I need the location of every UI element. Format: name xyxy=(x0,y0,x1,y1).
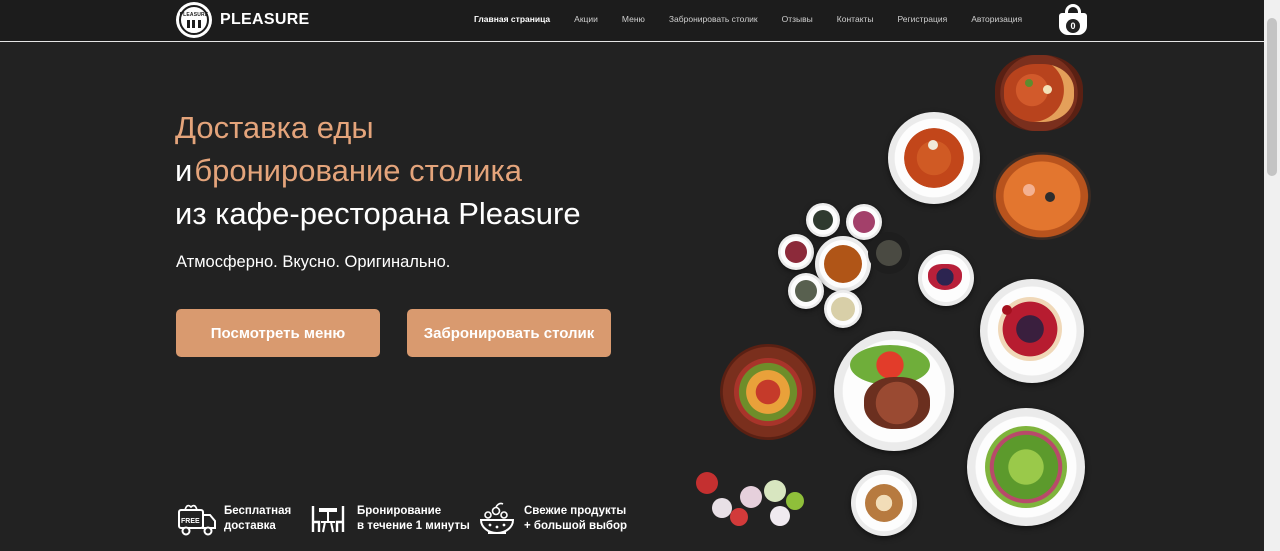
cart-button[interactable]: 0 xyxy=(1057,4,1089,36)
scrollbar-thumb[interactable] xyxy=(1267,18,1277,176)
hero-line-3: из кафе-ресторана Pleasure xyxy=(175,196,581,231)
feature-label: Бронирование в течение 1 минуты xyxy=(357,504,477,534)
free-delivery-truck-icon: FREE xyxy=(176,500,218,538)
free-badge-text: FREE xyxy=(181,518,200,525)
feature-label: Свежие продукты + большой выбор xyxy=(524,504,634,534)
nav-menu[interactable]: Меню xyxy=(622,14,645,24)
feature-fresh-products: Свежие продукты + большой выбор xyxy=(476,500,634,538)
nav-book-table[interactable]: Забронировать столик xyxy=(669,14,758,24)
hero-line-2-prefix: и xyxy=(175,153,193,188)
hero-tagline: Атмосферно. Вкусно. Оригинально. xyxy=(176,253,451,271)
cart-count: 0 xyxy=(1066,19,1080,33)
nav-contacts[interactable]: Контакты xyxy=(837,14,874,24)
page-scrollbar[interactable] xyxy=(1264,0,1280,551)
nav-promotions[interactable]: Акции xyxy=(574,14,598,24)
steak-salad-image xyxy=(834,331,954,451)
fresh-bowl-icon xyxy=(476,500,518,538)
table-booking-icon xyxy=(309,500,351,538)
green-salad-image xyxy=(967,408,1085,526)
coffee-cup-image xyxy=(851,470,917,536)
feature-label-line-1: Свежие продукты xyxy=(524,505,627,517)
dessert-slice-image xyxy=(918,250,974,306)
nav-home[interactable]: Главная страница xyxy=(474,14,550,24)
hero-title: Доставка еды ибронирование столика из ка… xyxy=(175,106,581,235)
feature-label-line-1: Бронирование xyxy=(357,505,442,517)
nav-register[interactable]: Регистрация xyxy=(898,14,948,24)
nav-login[interactable]: Авторизация xyxy=(971,14,1022,24)
hero-line-1: Доставка еды xyxy=(175,110,374,145)
logo-badge-text: PLEASURE xyxy=(179,12,209,18)
cherry-cake-image xyxy=(980,279,1084,383)
pizza-dish-image xyxy=(995,55,1083,131)
logo[interactable]: PLEASURE PLEASURE xyxy=(176,2,310,38)
logo-badge-icon: PLEASURE xyxy=(176,2,212,38)
view-menu-button[interactable]: Посмотреть меню xyxy=(176,309,380,357)
feature-label-line-2: в течение 1 минуты xyxy=(357,520,470,532)
feature-label-line-2: + большой выбор xyxy=(524,520,628,532)
hero-line-2-accent: бронирование столика xyxy=(194,153,522,188)
site-header: PLEASURE PLEASURE Главная страница Акции… xyxy=(0,0,1264,42)
pasta-dish-image xyxy=(888,112,980,204)
main-nav: Главная страница Акции Меню Забронироват… xyxy=(474,14,1046,24)
meat-platter-image xyxy=(720,344,816,440)
book-table-button[interactable]: Забронировать столик xyxy=(407,309,611,357)
soup-dish-image xyxy=(993,152,1091,240)
brand-name: PLEASURE xyxy=(220,11,310,28)
feature-fast-booking: Бронирование в течение 1 минуты xyxy=(309,500,477,538)
nav-reviews[interactable]: Отзывы xyxy=(782,14,813,24)
